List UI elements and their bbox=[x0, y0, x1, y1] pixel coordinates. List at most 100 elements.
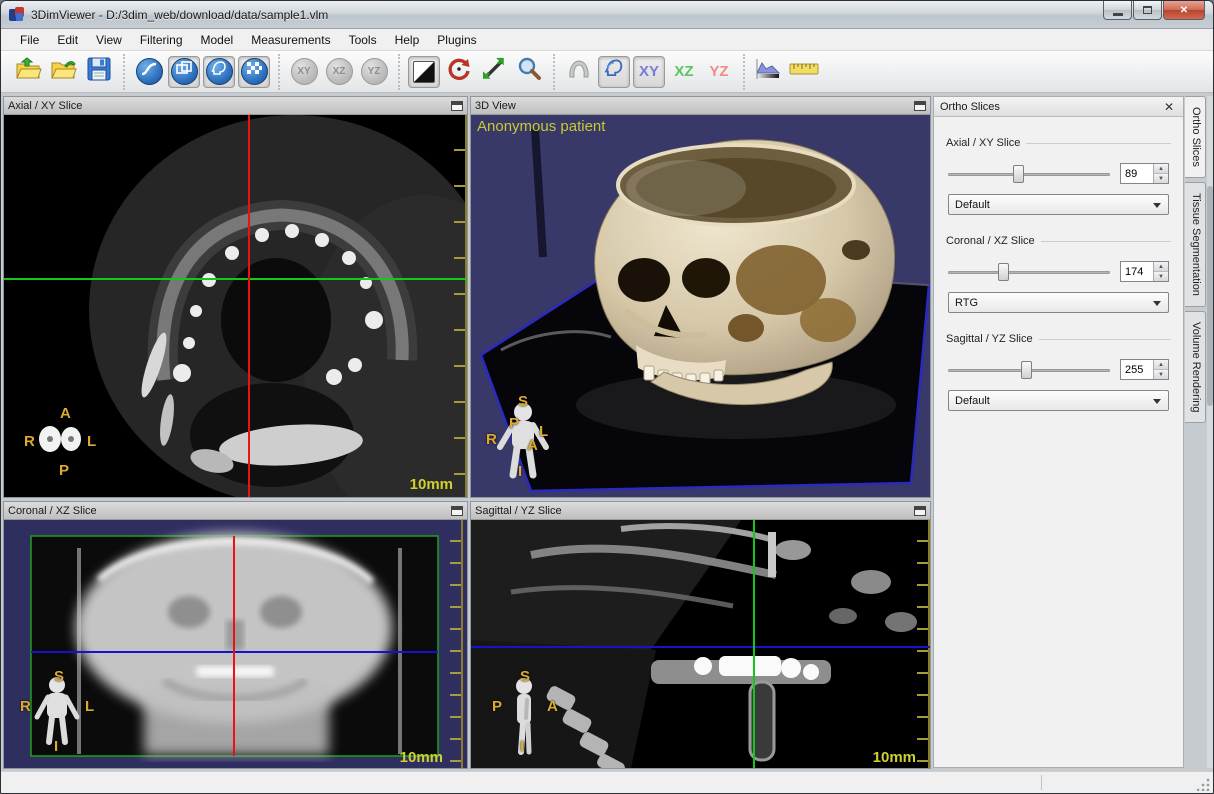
menu-view[interactable]: View bbox=[87, 30, 131, 50]
view3d-header[interactable]: 3D View bbox=[471, 97, 930, 115]
sagittal-preset-combo[interactable]: Default bbox=[948, 390, 1169, 411]
sagittal-orientation-top: S bbox=[520, 668, 530, 685]
coronal-preset-combo[interactable]: RTG bbox=[948, 292, 1169, 313]
sagittal-slice-spinbox[interactable]: ▲ ▼ bbox=[1120, 359, 1169, 380]
axial-scale-label: 10mm bbox=[410, 476, 453, 493]
axial-orientation-top: A bbox=[60, 405, 71, 422]
menu-edit[interactable]: Edit bbox=[48, 30, 87, 50]
title-bar[interactable]: 3DimViewer - D:/3dim_web/download/data/s… bbox=[1, 1, 1213, 29]
coronal-orientation-bottom: I bbox=[54, 738, 58, 755]
tab-ortho-slices[interactable]: Ortho Slices bbox=[1185, 96, 1206, 178]
axial-crosshair-horizontal[interactable] bbox=[4, 278, 467, 280]
model-view-toggle[interactable] bbox=[203, 56, 235, 88]
sagittal-view-title: Sagittal / YZ Slice bbox=[475, 505, 914, 517]
axial-slice-value[interactable] bbox=[1121, 164, 1153, 183]
window-level-icon bbox=[413, 61, 435, 83]
save-button[interactable] bbox=[83, 56, 115, 88]
axial-preset-combo[interactable]: Default bbox=[948, 194, 1169, 215]
view3d-orientation-inferior: I bbox=[518, 463, 522, 480]
patient-name-label: Anonymous patient bbox=[477, 118, 605, 135]
tab-tissue-segmentation[interactable]: Tissue Segmentation bbox=[1185, 182, 1206, 307]
coronal-slice-value[interactable] bbox=[1121, 262, 1153, 281]
sagittal-preset-value: Default bbox=[955, 395, 990, 407]
menu-tools[interactable]: Tools bbox=[340, 30, 386, 50]
sagittal-slice-slider[interactable] bbox=[948, 361, 1110, 379]
pan-zoom-mode-button[interactable] bbox=[478, 56, 510, 88]
menu-filtering[interactable]: Filtering bbox=[131, 30, 192, 50]
menu-plugins[interactable]: Plugins bbox=[428, 30, 485, 50]
distance-measure-button[interactable] bbox=[788, 56, 820, 88]
coronal-crosshair-vertical[interactable] bbox=[233, 536, 235, 756]
ruler-icon bbox=[789, 60, 819, 83]
sagittal-spin-down-icon[interactable]: ▼ bbox=[1154, 370, 1168, 379]
coronal-slice-spinbox[interactable]: ▲ ▼ bbox=[1120, 261, 1169, 282]
volume-rendering-toggle[interactable] bbox=[238, 56, 270, 88]
toolbar-group-file bbox=[5, 54, 123, 90]
zoom-mode-button[interactable] bbox=[513, 56, 545, 88]
open-file-button[interactable] bbox=[48, 56, 80, 88]
axial-view-title: Axial / XY Slice bbox=[8, 100, 451, 112]
sagittal-view-header[interactable]: Sagittal / YZ Slice bbox=[471, 502, 930, 520]
axial-ct-image bbox=[4, 115, 467, 497]
ortho-slices-header[interactable]: Ortho Slices ✕ bbox=[934, 97, 1183, 117]
save-icon bbox=[87, 57, 111, 86]
close-button[interactable]: ✕ bbox=[1163, 1, 1205, 20]
axial-slice-slider[interactable] bbox=[948, 165, 1110, 183]
axial-view-header[interactable]: Axial / XY Slice bbox=[4, 97, 467, 115]
axial-slice-spinbox[interactable]: ▲ ▼ bbox=[1120, 163, 1169, 184]
window-level-mode-button[interactable] bbox=[408, 56, 440, 88]
coronal-spin-down-icon[interactable]: ▼ bbox=[1154, 272, 1168, 281]
sagittal-spin-up-icon[interactable]: ▲ bbox=[1154, 360, 1168, 370]
axial-view-canvas[interactable]: A R L P 10mm bbox=[4, 115, 467, 497]
tab-volume-rendering[interactable]: Volume Rendering bbox=[1185, 311, 1206, 424]
xy-slice-toggle-disabled[interactable]: XY bbox=[288, 56, 320, 88]
maximize-button[interactable] bbox=[1133, 1, 1162, 20]
axial-preset-value: Default bbox=[955, 199, 990, 211]
menu-file[interactable]: File bbox=[11, 30, 48, 50]
coronal-view-header[interactable]: Coronal / XZ Slice bbox=[4, 502, 467, 520]
model-visibility-button-disabled[interactable] bbox=[563, 56, 595, 88]
coronal-orientation-right: L bbox=[85, 698, 94, 715]
toolbar-group-slice-toggles: XY XZ YZ bbox=[278, 54, 398, 90]
axial-crosshair-vertical[interactable] bbox=[248, 115, 250, 497]
minimize-button[interactable] bbox=[1103, 1, 1132, 20]
axial-float-icon[interactable] bbox=[451, 101, 463, 111]
panel-close-icon[interactable]: ✕ bbox=[1161, 99, 1177, 115]
sagittal-slice-group: Sagittal / YZ Slice ▲ ▼ bbox=[946, 325, 1171, 411]
view3d-canvas[interactable]: Anonymous patient S P R L A I bbox=[471, 115, 930, 497]
sagittal-slice-value[interactable] bbox=[1121, 360, 1153, 379]
density-measure-button[interactable] bbox=[753, 56, 785, 88]
view3d-float-icon[interactable] bbox=[914, 101, 926, 111]
rotate-mode-button[interactable] bbox=[443, 56, 475, 88]
coronal-slice-slider[interactable] bbox=[948, 263, 1110, 281]
app-window: 3DimViewer - D:/3dim_web/download/data/s… bbox=[0, 0, 1214, 794]
menu-help[interactable]: Help bbox=[386, 30, 429, 50]
status-bar bbox=[1, 771, 1213, 793]
density-window-button[interactable] bbox=[133, 56, 165, 88]
menu-measurements[interactable]: Measurements bbox=[242, 30, 339, 50]
axial-spin-up-icon[interactable]: ▲ bbox=[1154, 164, 1168, 174]
coronal-spin-up-icon[interactable]: ▲ bbox=[1154, 262, 1168, 272]
sagittal-float-icon[interactable] bbox=[914, 506, 926, 516]
ortho-slices-toggle[interactable] bbox=[168, 56, 200, 88]
view-xz-toggle[interactable]: XZ bbox=[668, 56, 700, 88]
coronal-orientation-top: S bbox=[54, 668, 64, 685]
view-yz-toggle[interactable]: YZ bbox=[703, 56, 735, 88]
view-3d-toggle[interactable] bbox=[598, 56, 630, 88]
coronal-float-icon[interactable] bbox=[451, 506, 463, 516]
xz-slice-toggle-disabled[interactable]: XZ bbox=[323, 56, 355, 88]
axial-spin-down-icon[interactable]: ▼ bbox=[1154, 174, 1168, 183]
sagittal-crosshair-vertical[interactable] bbox=[753, 520, 755, 768]
sagittal-group-label: Sagittal / YZ Slice bbox=[946, 333, 1033, 345]
yz-slice-toggle-disabled[interactable]: YZ bbox=[358, 56, 390, 88]
sagittal-crosshair-horizontal[interactable] bbox=[471, 646, 930, 648]
coronal-view-canvas[interactable]: S R L I 10mm bbox=[4, 520, 467, 768]
view3d-panel: 3D View bbox=[470, 96, 931, 498]
import-data-button[interactable] bbox=[13, 56, 45, 88]
resize-grip[interactable] bbox=[1197, 777, 1211, 791]
axial-group-label: Axial / XY Slice bbox=[946, 137, 1020, 149]
menu-model[interactable]: Model bbox=[192, 30, 243, 50]
view-xy-toggle[interactable]: XY bbox=[633, 56, 665, 88]
panel-scrollbar[interactable] bbox=[1207, 96, 1213, 768]
sagittal-view-canvas[interactable]: S P A I 10mm bbox=[471, 520, 930, 768]
